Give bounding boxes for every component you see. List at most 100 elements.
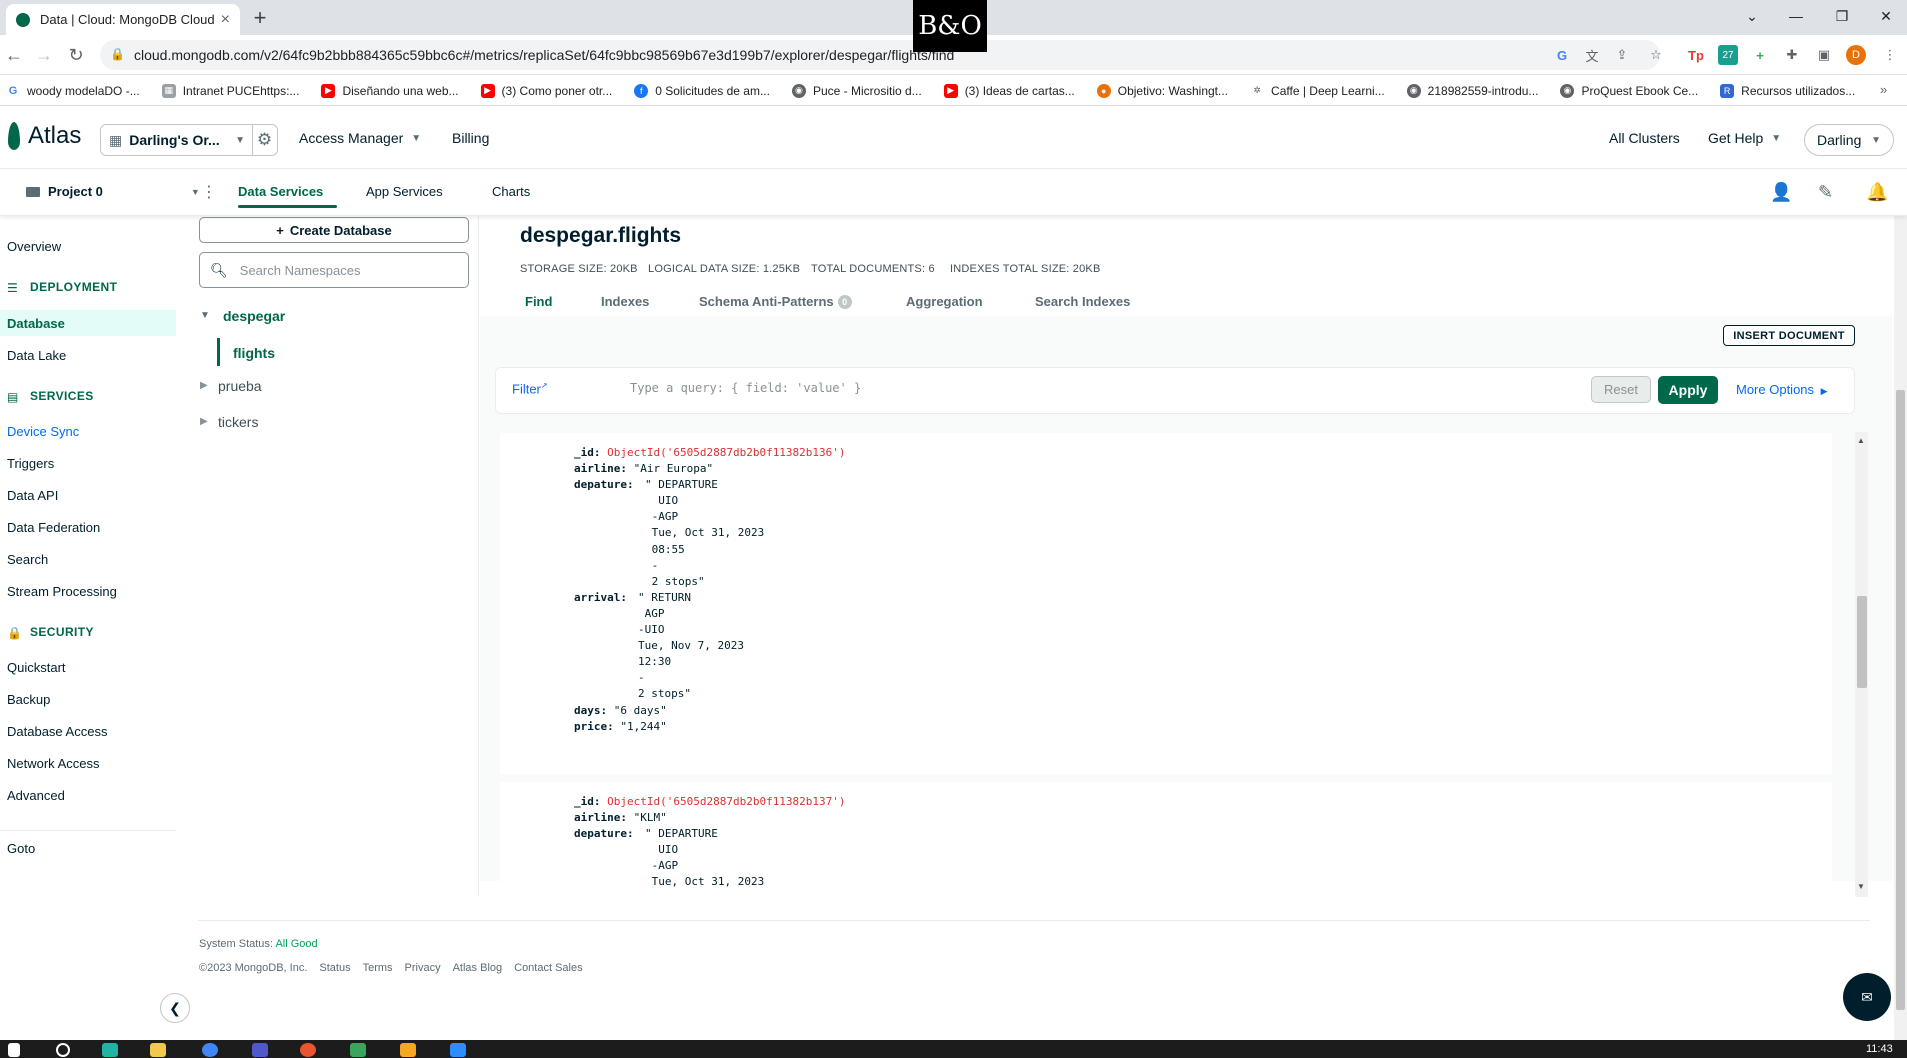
tab-indexes[interactable]: Indexes xyxy=(601,294,649,309)
sidebar-item-device-sync[interactable]: Device Sync xyxy=(7,424,79,439)
bookmark-item[interactable]: Gwoody modelaDO -... xyxy=(6,83,140,98)
app-icon[interactable] xyxy=(300,1043,316,1057)
restore-button[interactable]: ❐ xyxy=(1822,2,1862,30)
sidebar-item-database[interactable]: Database xyxy=(7,316,65,331)
sidebar-item-backup[interactable]: Backup xyxy=(7,692,50,707)
bookmark-item[interactable]: ◉ Puce - Micrositio d... xyxy=(791,83,922,98)
new-tab-button[interactable]: + xyxy=(246,4,274,32)
namespace-db-despegar[interactable]: despegar xyxy=(223,308,285,324)
namespace-db-tickers[interactable]: tickers xyxy=(218,414,258,430)
windows-start-icon[interactable] xyxy=(8,1043,20,1057)
more-bookmarks-icon[interactable]: » xyxy=(1880,82,1887,97)
side-panel-icon[interactable]: ▣ xyxy=(1814,45,1834,65)
footer-link-contact-sales[interactable]: Contact Sales xyxy=(514,962,582,974)
close-tab-icon[interactable]: × xyxy=(221,11,230,29)
sidebar-item-stream-processing[interactable]: Stream Processing xyxy=(7,584,117,599)
profile-avatar[interactable]: D xyxy=(1846,45,1866,65)
expanded-caret-icon[interactable]: ▼ xyxy=(200,310,210,321)
footer-link-status[interactable]: Status xyxy=(319,962,350,974)
footer-link-privacy[interactable]: Privacy xyxy=(405,962,441,974)
get-help-menu[interactable]: Get Help ▼ xyxy=(1708,130,1781,146)
notifications-bell-icon[interactable]: 🔔 xyxy=(1866,182,1888,203)
edge-icon[interactable] xyxy=(102,1043,118,1057)
sidebar-item-overview[interactable]: Overview xyxy=(7,239,61,254)
search-namespaces-input[interactable]: 🔍︎ Search Namespaces xyxy=(199,252,469,288)
document-card[interactable]: _id: ObjectId('6505d2887db2b0f11382b136'… xyxy=(500,433,1832,774)
tab-app-services[interactable]: App Services xyxy=(366,184,443,199)
translate-icon[interactable]: 文 xyxy=(1582,45,1602,65)
page-scroll-thumb[interactable] xyxy=(1896,390,1905,1010)
bookmark-item[interactable]: ● Objetivo: Washingt... xyxy=(1096,83,1228,98)
tab-schema-anti-patterns[interactable]: Schema Anti-Patterns 0 xyxy=(699,294,852,309)
bookmark-item[interactable]: f0 Solicitudes de am... xyxy=(634,83,770,98)
address-bar[interactable]: cloud.mongodb.com/v2/64fc9b2bbb884365c59… xyxy=(100,40,1660,70)
reset-button[interactable]: Reset xyxy=(1591,376,1651,403)
footer-link-atlas-blog[interactable]: Atlas Blog xyxy=(453,962,503,974)
bookmark-item[interactable]: ▶ (3) Ideas de cartas... xyxy=(943,83,1075,98)
pycharm-icon[interactable] xyxy=(350,1043,366,1057)
sidebar-item-search[interactable]: Search xyxy=(7,552,48,567)
bookmark-item[interactable]: ✲ Caffe | Deep Learni... xyxy=(1250,83,1385,98)
scroll-down-icon[interactable]: ▼ xyxy=(1857,882,1865,891)
tab-aggregation[interactable]: Aggregation xyxy=(906,294,983,309)
system-status-link[interactable]: All Good xyxy=(275,938,317,950)
apply-button[interactable]: Apply xyxy=(1658,376,1718,404)
taskbar-search-icon[interactable] xyxy=(56,1043,70,1057)
app-icon[interactable] xyxy=(400,1043,416,1057)
sidebar-item-data-federation[interactable]: Data Federation xyxy=(7,520,100,535)
bookmark-item[interactable]: ◉ 218982559-introdu... xyxy=(1406,83,1538,98)
activity-feed-icon[interactable]: ✎ xyxy=(1818,182,1833,203)
plus-extension-icon[interactable]: + xyxy=(1750,45,1770,65)
file-explorer-icon[interactable] xyxy=(150,1043,166,1057)
chat-support-icon[interactable]: ✉ xyxy=(1843,973,1891,1021)
forward-icon[interactable]: → xyxy=(32,43,56,67)
sidebar-item-advanced[interactable]: Advanced xyxy=(7,788,65,803)
collapsed-caret-icon[interactable]: ▶ xyxy=(200,380,208,391)
calendar-extension-icon[interactable]: 27 xyxy=(1718,45,1738,65)
namespace-collection-flights[interactable]: flights xyxy=(233,345,275,361)
bookmark-star-icon[interactable]: ☆ xyxy=(1646,45,1666,65)
tab-charts[interactable]: Charts xyxy=(492,184,530,199)
bookmark-item[interactable]: ◉ ProQuest Ebook Ce... xyxy=(1560,83,1698,98)
tab-search-indexes[interactable]: Search Indexes xyxy=(1035,294,1130,309)
document-card[interactable]: _id: ObjectId('6505d2887db2b0f11382b137'… xyxy=(500,782,1832,894)
sidebar-item-triggers[interactable]: Triggers xyxy=(7,456,54,471)
create-database-button[interactable]: + Create Database xyxy=(199,217,469,243)
tab-search-icon[interactable]: ⌄ xyxy=(1732,2,1772,30)
org-settings-gear-icon[interactable]: ⚙ xyxy=(252,124,276,156)
bookmark-item[interactable]: ▶ Diseñando una web... xyxy=(321,83,459,98)
footer-link-terms[interactable]: Terms xyxy=(363,962,393,974)
billing-link[interactable]: Billing xyxy=(452,130,489,146)
tab-find[interactable]: Find xyxy=(525,294,552,309)
filter-query-input[interactable]: Type a query: { field: 'value' } xyxy=(630,381,861,395)
zoom-icon[interactable] xyxy=(450,1043,466,1057)
collapsed-caret-icon[interactable]: ▶ xyxy=(200,416,208,427)
minimize-button[interactable]: — xyxy=(1776,2,1816,30)
sidebar-item-quickstart[interactable]: Quickstart xyxy=(7,660,66,675)
sidebar-item-goto[interactable]: Goto xyxy=(7,841,35,856)
share-icon[interactable]: ⇪ xyxy=(1612,45,1632,65)
bookmark-item[interactable]: ▦ Intranet PUCEhttps:... xyxy=(161,83,299,98)
invite-user-icon[interactable]: 👤 xyxy=(1770,182,1792,203)
atlas-logo[interactable]: Atlas xyxy=(8,122,81,150)
browser-tab[interactable]: Data | Cloud: MongoDB Cloud × xyxy=(6,4,240,35)
tab-data-services[interactable]: Data Services xyxy=(238,184,323,199)
sidebar-item-data-api[interactable]: Data API xyxy=(7,488,58,503)
lock-icon[interactable]: 🔒 xyxy=(110,47,125,61)
sidebar-item-network-access[interactable]: Network Access xyxy=(7,756,99,771)
tp-extension-icon[interactable]: Tp xyxy=(1686,45,1706,65)
project-more-icon[interactable]: ⋮ xyxy=(201,182,217,202)
insert-document-button[interactable]: INSERT DOCUMENT xyxy=(1723,325,1855,346)
reload-icon[interactable]: ↻ xyxy=(64,43,88,67)
scroll-up-icon[interactable]: ▲ xyxy=(1857,436,1865,445)
chrome-icon[interactable] xyxy=(202,1043,218,1057)
namespace-db-prueba[interactable]: prueba xyxy=(218,378,262,394)
filter-docs-link[interactable]: Filter↗ xyxy=(512,381,548,396)
close-window-button[interactable]: ✕ xyxy=(1866,2,1906,30)
all-clusters-link[interactable]: All Clusters xyxy=(1609,130,1680,146)
sidebar-item-database-access[interactable]: Database Access xyxy=(7,724,107,739)
documents-scroll-thumb[interactable] xyxy=(1857,596,1867,688)
user-menu[interactable]: Darling ▼ xyxy=(1804,124,1894,156)
more-options-button[interactable]: More Options ▶ xyxy=(1736,382,1828,397)
back-icon[interactable]: ← xyxy=(2,43,26,67)
